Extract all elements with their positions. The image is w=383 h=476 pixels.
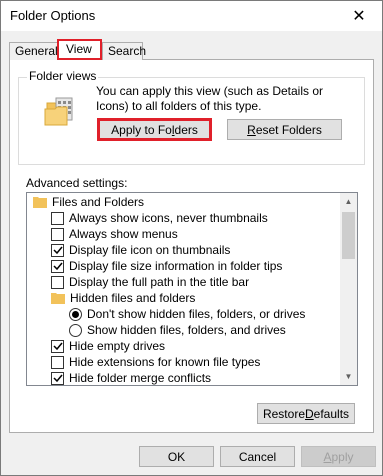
tab-search[interactable]: Search: [102, 42, 146, 60]
radio-selected[interactable]: [69, 307, 82, 321]
advanced-settings-list[interactable]: Files and Folders Always show icons, nev…: [26, 192, 358, 386]
option-display-file-icon[interactable]: Display file icon on thumbnails: [51, 242, 230, 258]
title-bar: Folder Options ✕: [1, 1, 382, 31]
tree-item-hidden-files: Hidden files and folders: [51, 290, 195, 306]
folder-views-icon: [44, 97, 73, 126]
checkbox[interactable]: [51, 355, 64, 369]
option-hide-empty-drives[interactable]: Hide empty drives: [51, 338, 165, 354]
option-always-show-icons[interactable]: Always show icons, never thumbnails: [51, 210, 268, 226]
apply-button[interactable]: Apply: [301, 446, 376, 467]
checkbox-checked[interactable]: [51, 259, 64, 273]
checkmark-icon: [52, 246, 63, 255]
option-display-full-path[interactable]: Display the full path in the title bar: [51, 274, 249, 290]
checkmark-icon: [52, 374, 63, 383]
cancel-button[interactable]: Cancel: [220, 446, 295, 467]
restore-defaults-button[interactable]: Restore Defaults: [257, 403, 355, 424]
checkbox-checked[interactable]: [51, 243, 64, 257]
scroll-up-icon[interactable]: ▲: [340, 193, 357, 210]
folder-views-description: You can apply this view (such as Details…: [96, 84, 324, 113]
option-hide-merge-conflicts[interactable]: Hide folder merge conflicts: [51, 370, 211, 385]
folder-icon: [51, 292, 65, 304]
ok-button[interactable]: OK: [139, 446, 214, 467]
apply-to-folders-button[interactable]: Apply to Fo l ders: [97, 118, 212, 141]
checkbox[interactable]: [51, 211, 64, 225]
window-title: Folder Options: [10, 8, 96, 23]
checkbox-checked[interactable]: [51, 339, 64, 353]
folder-views-label: Folder views: [27, 69, 99, 83]
option-display-file-size[interactable]: Display file size information in folder …: [51, 258, 282, 274]
advanced-settings-label: Advanced settings:: [26, 176, 128, 190]
close-icon: ✕: [352, 8, 366, 25]
option-always-show-menus[interactable]: Always show menus: [51, 226, 178, 242]
folder-icon: [33, 196, 47, 208]
reset-folders-button[interactable]: Reset Folders: [227, 119, 342, 140]
tab-general[interactable]: General: [9, 42, 59, 60]
radio[interactable]: [69, 323, 82, 337]
scroll-thumb[interactable]: [342, 212, 355, 259]
option-show-hidden[interactable]: Show hidden files, folders, and drives: [69, 322, 286, 338]
checkbox[interactable]: [51, 275, 64, 289]
vertical-scrollbar[interactable]: ▲ ▼: [340, 193, 357, 385]
folder-options-dialog: Folder Options ✕ General View Search Fol…: [0, 0, 383, 476]
tree-item-files-and-folders: Files and Folders: [33, 194, 144, 210]
checkmark-icon: [52, 342, 63, 351]
checkmark-icon: [52, 262, 63, 271]
checkbox[interactable]: [51, 227, 64, 241]
option-dont-show-hidden[interactable]: Don't show hidden files, folders, or dri…: [69, 306, 305, 322]
tab-view[interactable]: View: [57, 39, 102, 60]
scroll-down-icon[interactable]: ▼: [340, 368, 357, 385]
checkbox-checked[interactable]: [51, 371, 64, 385]
option-hide-extensions[interactable]: Hide extensions for known file types: [51, 354, 260, 370]
close-button[interactable]: ✕: [336, 1, 382, 31]
